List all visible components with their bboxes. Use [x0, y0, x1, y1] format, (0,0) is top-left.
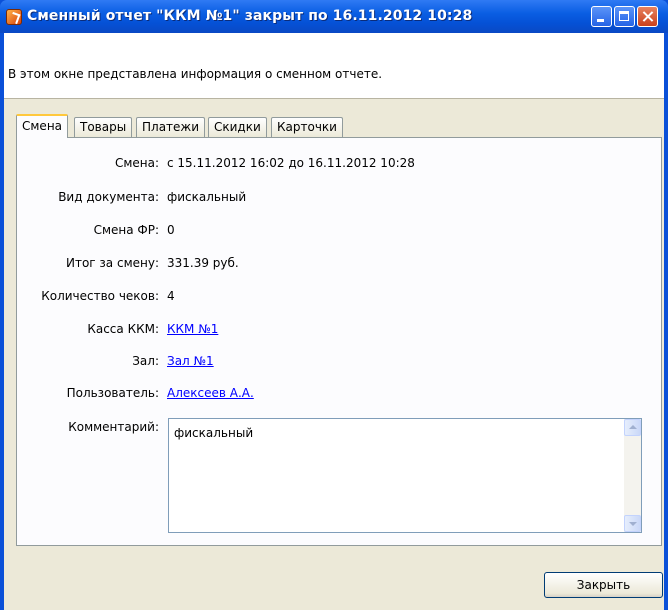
label-total: Итог за смену:: [66, 256, 159, 270]
window-title: Сменный отчет "ККМ №1" закрыт по 16.11.2…: [27, 8, 473, 24]
title-bar[interactable]: Сменный отчет "ККМ №1" закрыт по 16.11.2…: [0, 0, 668, 33]
field-doc-type: Вид документа: фискальный: [17, 190, 657, 208]
tab-goods[interactable]: Товары: [74, 117, 133, 137]
client-area: В этом окне представлена информация о см…: [4, 33, 664, 610]
close-window-button[interactable]: [637, 6, 658, 27]
value-checks: 4: [167, 289, 175, 303]
field-kkm: Касса ККМ: ККМ №1: [17, 322, 657, 340]
field-total: Итог за смену: 331.39 руб.: [17, 256, 657, 274]
label-hall: Зал:: [132, 354, 159, 368]
tab-shift[interactable]: Смена: [16, 114, 69, 138]
field-fr-shift: Смена ФР: 0: [17, 223, 657, 241]
value-doc-type: фискальный: [167, 190, 247, 204]
tab-cards[interactable]: Карточки: [271, 117, 343, 137]
label-checks: Количество чеков:: [41, 289, 159, 303]
app-icon: [6, 9, 22, 25]
tab-panel-shift: Смена: с 15.11.2012 16:02 до 16.11.2012 …: [16, 137, 662, 546]
minimize-button[interactable]: [591, 6, 612, 27]
info-panel: В этом окне представлена информация о см…: [4, 33, 664, 99]
scroll-down-icon[interactable]: [624, 515, 641, 532]
label-shift: Смена:: [114, 156, 159, 170]
field-checks: Количество чеков: 4: [17, 289, 657, 307]
scroll-up-icon[interactable]: [624, 419, 641, 436]
label-fr-shift: Смена ФР:: [93, 223, 159, 237]
comment-scrollbar[interactable]: [624, 419, 641, 532]
tab-payments[interactable]: Платежи: [136, 117, 206, 137]
maximize-button[interactable]: [614, 6, 635, 27]
value-shift: с 15.11.2012 16:02 до 16.11.2012 10:28: [167, 156, 415, 170]
dialog-window: Сменный отчет "ККМ №1" закрыт по 16.11.2…: [0, 0, 668, 610]
link-kkm[interactable]: ККМ №1: [167, 322, 218, 336]
field-hall: Зал: Зал №1: [17, 354, 657, 372]
value-fr-shift: 0: [167, 223, 175, 237]
label-comment: Комментарий:: [68, 420, 159, 434]
field-user: Пользователь: Алексеев А.А.: [17, 386, 657, 404]
info-text: В этом окне представлена информация о см…: [8, 67, 383, 81]
value-total: 331.39 руб.: [167, 256, 239, 270]
tab-discounts[interactable]: Скидки: [208, 117, 267, 137]
close-button[interactable]: Закрыть: [544, 572, 663, 598]
label-doc-type: Вид документа:: [58, 190, 159, 204]
comment-textarea[interactable]: фискальный: [168, 418, 642, 533]
label-user: Пользователь:: [66, 386, 159, 400]
link-user[interactable]: Алексеев А.А.: [167, 386, 254, 400]
label-kkm: Касса ККМ:: [87, 322, 159, 336]
link-hall[interactable]: Зал №1: [167, 354, 214, 368]
field-shift: Смена: с 15.11.2012 16:02 до 16.11.2012 …: [17, 156, 657, 174]
comment-text: фискальный: [174, 426, 254, 440]
